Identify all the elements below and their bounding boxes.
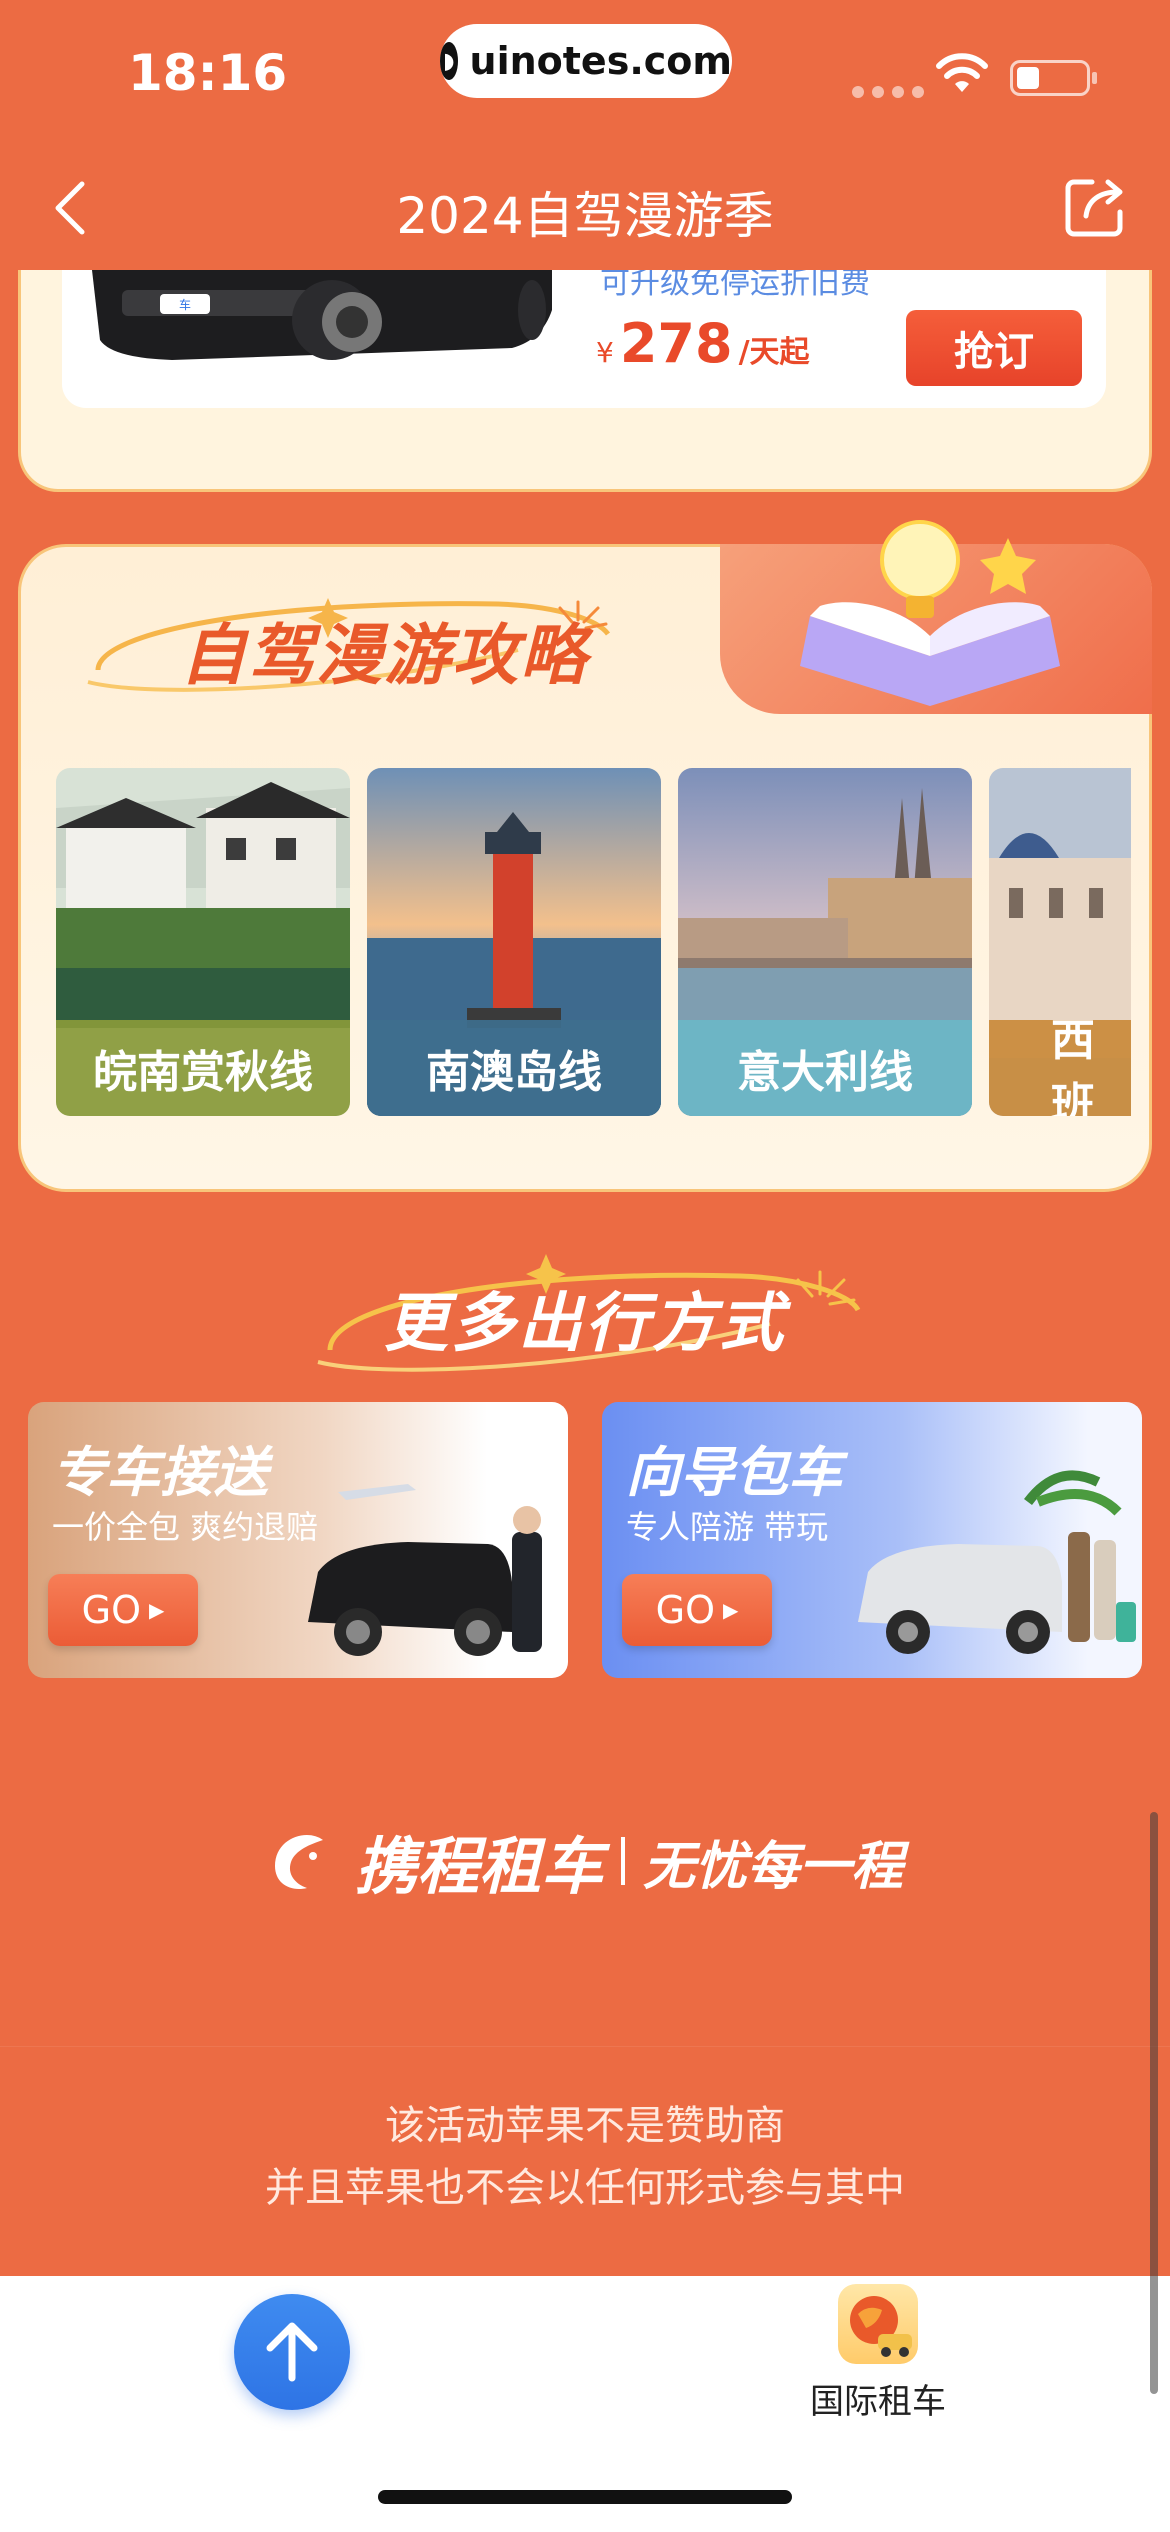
destination-label: 意大利线	[678, 1020, 972, 1116]
brand-slogan: 无忧每一程	[643, 1836, 904, 1897]
price-unit: /天起	[738, 335, 810, 370]
more-travel-title: 更多出行方式	[384, 1287, 786, 1361]
destination-label: 西班	[989, 1015, 1131, 1116]
go-label: GO	[81, 1588, 141, 1632]
open-book-lightbulb-icon	[800, 520, 1060, 706]
home-indicator[interactable]	[378, 2490, 792, 2504]
destination-card-wannan[interactable]: 皖南赏秋线	[56, 768, 350, 1116]
share-icon[interactable]	[1060, 172, 1130, 242]
service-title: 专车接送	[52, 1441, 268, 1504]
disclaimer: 该活动苹果不是赞助商 并且苹果也不会以任何形式参与其中	[0, 2046, 1170, 2276]
book-button[interactable]: 抢订	[906, 310, 1082, 386]
page-title: 2024自驾漫游季	[396, 187, 774, 245]
black-mpv-with-driver-image	[308, 1484, 542, 1656]
destination-card-nanao[interactable]: 南澳岛线	[367, 768, 661, 1116]
guide-charter-card[interactable]: 向导包车 专人陪游 带玩 GO ▶	[602, 1402, 1142, 1678]
url-pill[interactable]: ◗ uinotes.com	[440, 24, 732, 98]
guide-charter-go-button[interactable]: GO ▶	[622, 1574, 772, 1646]
arrow-up-icon	[266, 2322, 318, 2382]
service-subtitle: 一价全包 爽约退赔	[52, 1508, 319, 1546]
destination-label: 南澳岛线	[367, 1020, 661, 1116]
battery-icon	[1010, 60, 1097, 96]
destination-label: 皖南赏秋线	[56, 1020, 350, 1116]
url-text: uinotes.com	[469, 39, 732, 83]
private-transfer-card[interactable]: 专车接送 一价全包 爽约退赔 GO ▶	[28, 1402, 568, 1678]
disclaimer-line-1: 该活动苹果不是赞助商	[385, 2103, 785, 2149]
scrollbar[interactable]	[1150, 1812, 1158, 2394]
brand-divider	[621, 1837, 625, 1885]
scroll-to-top-button[interactable]	[234, 2294, 350, 2410]
site-logo-icon: ◗	[440, 42, 458, 80]
brand-footer: 携程租车 无忧每一程	[0, 1816, 1170, 1906]
destination-card-spain[interactable]: 西班	[989, 768, 1131, 1116]
brand-name: 携程租车	[354, 1830, 603, 1903]
disclaimer-line-2: 并且苹果也不会以任何形式参与其中	[265, 2165, 905, 2211]
status-time: 18:16	[128, 44, 288, 102]
wifi-icon	[936, 53, 988, 92]
international-rental-label[interactable]: 国际租车	[760, 2374, 996, 2423]
price-symbol: ¥	[596, 336, 614, 369]
private-transfer-go-button[interactable]: GO ▶	[48, 1574, 198, 1646]
play-arrow-icon: ▶	[722, 1598, 739, 1622]
service-subtitle: 专人陪游 带玩	[626, 1508, 829, 1546]
guide-title: 自驾漫游攻略	[180, 617, 588, 694]
dolphin-logo-icon	[274, 1835, 323, 1890]
price-value: 278	[619, 312, 733, 375]
svg-text:车: 车	[179, 297, 191, 312]
service-title: 向导包车	[626, 1441, 842, 1504]
cellular-signal-icon	[852, 86, 924, 98]
international-rental-icon[interactable]	[838, 2284, 918, 2364]
play-arrow-icon: ▶	[148, 1598, 165, 1622]
destination-card-italy[interactable]: 意大利线	[678, 768, 972, 1116]
price: ¥ 278 /天起	[596, 312, 810, 375]
upgrade-note: 可升级免停运折旧费	[600, 266, 870, 301]
mpv-car-image: 车	[92, 270, 552, 360]
white-mpv-with-travelers-image	[858, 1470, 1136, 1654]
go-label: GO	[655, 1588, 715, 1632]
